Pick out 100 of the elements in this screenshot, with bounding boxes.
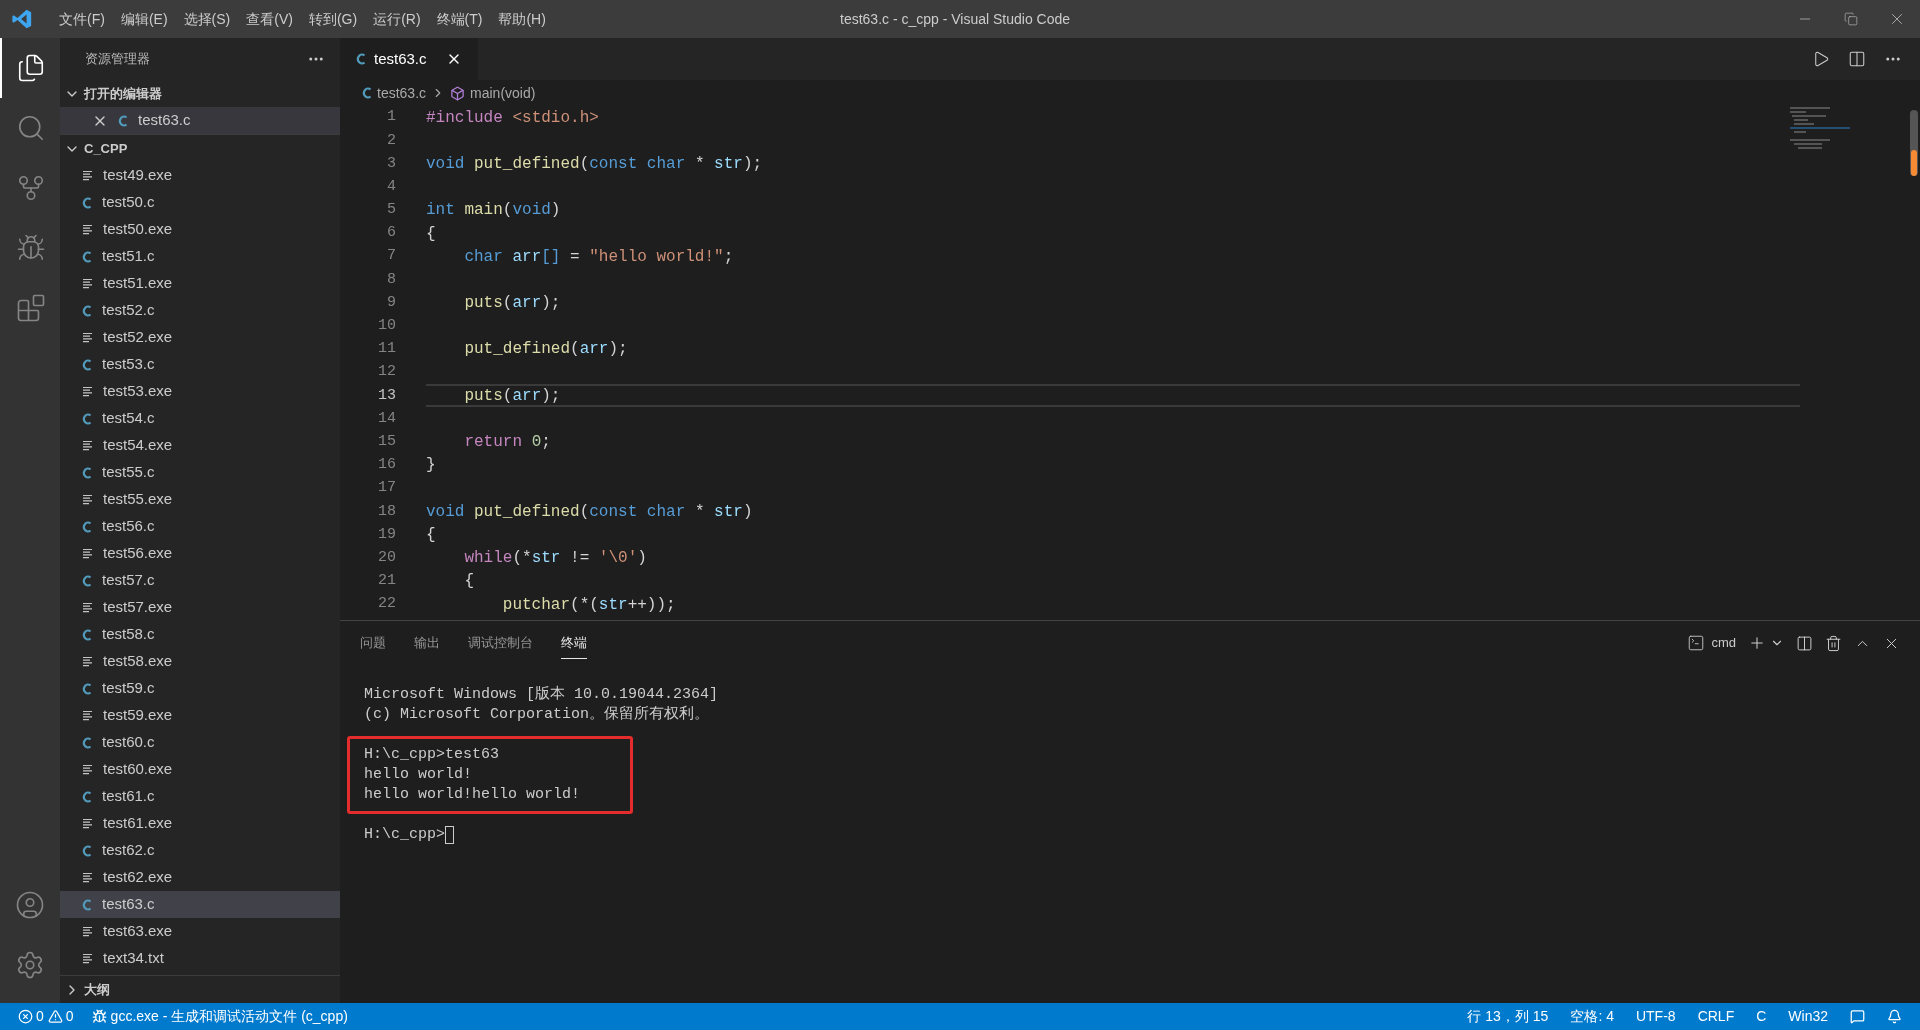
- trash-icon[interactable]: [1825, 634, 1842, 652]
- settings-icon[interactable]: [15, 950, 45, 980]
- task-status[interactable]: gcc.exe - 生成和调试活动文件 (c_cpp): [110, 1006, 348, 1027]
- file-item[interactable]: test50.exe: [60, 216, 340, 243]
- scrollbar[interactable]: [1910, 110, 1918, 176]
- menu-item[interactable]: 选择(S): [175, 8, 239, 30]
- file-item[interactable]: test55.exe: [60, 486, 340, 513]
- c-file-icon: [82, 196, 92, 209]
- file-item[interactable]: test57.exe: [60, 594, 340, 621]
- file-item[interactable]: test61.c: [60, 783, 340, 810]
- code-line: #include <stdio.h>: [426, 107, 599, 129]
- editor-tab[interactable]: test63.c: [340, 38, 478, 80]
- error-icon[interactable]: [18, 1009, 33, 1024]
- file-item[interactable]: test57.c: [60, 567, 340, 594]
- status-item[interactable]: 行 13，列 15: [1467, 1006, 1549, 1027]
- menu-item[interactable]: 运行(R): [365, 8, 429, 30]
- file-item[interactable]: test56.c: [60, 513, 340, 540]
- search-icon: [16, 113, 46, 143]
- line-number: 19: [377, 524, 396, 545]
- file-item[interactable]: test62.exe: [60, 864, 340, 891]
- menu-item[interactable]: 查看(V): [238, 8, 301, 30]
- file-item[interactable]: test62.c: [60, 837, 340, 864]
- file-item[interactable]: test51.c: [60, 243, 340, 270]
- file-item[interactable]: test51.exe: [60, 270, 340, 297]
- account-icon[interactable]: [15, 890, 45, 920]
- panel-tab[interactable]: 调试控制台: [468, 626, 533, 660]
- file-item[interactable]: test53.exe: [60, 378, 340, 405]
- section-header[interactable]: C_CPP: [60, 135, 340, 162]
- add-icon[interactable]: [1748, 634, 1766, 652]
- line-number: 3: [386, 153, 396, 174]
- status-item[interactable]: C: [1756, 1006, 1767, 1027]
- text-file-icon: [82, 440, 93, 451]
- file-item[interactable]: test63.exe: [60, 918, 340, 945]
- breadcrumb-item[interactable]: main(void): [470, 82, 536, 104]
- terminal-line: (c) Microsoft Corporation。保留所有权利。: [364, 705, 711, 725]
- terminal-line: hello world!hello world!: [364, 785, 581, 805]
- split-terminal-icon[interactable]: [1796, 634, 1813, 652]
- warning-count[interactable]: 0: [65, 1006, 74, 1027]
- panel-tab[interactable]: 问题: [360, 626, 386, 660]
- code-line: int main(void): [426, 200, 561, 222]
- warning-icon[interactable]: [47, 1009, 63, 1024]
- file-item[interactable]: test60.c: [60, 729, 340, 756]
- file-item[interactable]: test56.exe: [60, 540, 340, 567]
- menu-item[interactable]: 帮助(H): [490, 8, 554, 30]
- file-item[interactable]: test53.c: [60, 351, 340, 378]
- file-item[interactable]: test52.c: [60, 297, 340, 324]
- file-item[interactable]: test60.exe: [60, 756, 340, 783]
- text-file-icon: [82, 764, 93, 775]
- file-item[interactable]: text34.txt: [60, 945, 340, 972]
- file-item[interactable]: test49.exe: [60, 162, 340, 189]
- cursor: [445, 826, 454, 844]
- c-file-icon: [82, 628, 92, 641]
- text-file-icon: [82, 548, 93, 559]
- file-item[interactable]: test58.c: [60, 621, 340, 648]
- file-item[interactable]: test52.exe: [60, 324, 340, 351]
- panel-tab[interactable]: 终端: [561, 626, 587, 660]
- line-number: 11: [377, 339, 396, 360]
- file-item[interactable]: test54.c: [60, 405, 340, 432]
- panel-tab[interactable]: 输出: [414, 626, 440, 660]
- file-item[interactable]: test58.exe: [60, 648, 340, 675]
- status-item[interactable]: UTF-8: [1635, 1006, 1676, 1027]
- file-item[interactable]: test50.c: [60, 189, 340, 216]
- section-header[interactable]: 大纲: [60, 976, 340, 1003]
- run-icon[interactable]: [1812, 50, 1830, 68]
- bell-icon[interactable]: [1887, 1009, 1902, 1024]
- line-number: 17: [377, 478, 396, 499]
- status-item[interactable]: CRLF: [1697, 1006, 1735, 1027]
- file-item[interactable]: test59.exe: [60, 702, 340, 729]
- app-logo-icon: [11, 8, 33, 30]
- open-editor-item[interactable]: test63.c: [60, 107, 340, 134]
- menu-item[interactable]: 编辑(E): [112, 8, 176, 30]
- menu-item[interactable]: 转到(G): [300, 8, 366, 30]
- menu-item[interactable]: 文件(F): [51, 8, 113, 30]
- line-number: 4: [386, 176, 396, 197]
- breadcrumb-item[interactable]: test63.c: [377, 82, 427, 104]
- terminal-prompt: H:\c_cpp>: [364, 825, 445, 845]
- file-item[interactable]: test55.c: [60, 459, 340, 486]
- file-item[interactable]: test59.c: [60, 675, 340, 702]
- file-item[interactable]: test63.c: [60, 891, 340, 918]
- text-file-icon: [82, 494, 93, 505]
- error-count[interactable]: 0: [36, 1006, 44, 1027]
- feedback-icon[interactable]: [1850, 1009, 1865, 1024]
- terminal-line: H:\c_cpp>test63: [364, 745, 501, 765]
- shell-name[interactable]: cmd: [1711, 633, 1736, 653]
- restore-icon[interactable]: [1844, 12, 1858, 26]
- status-item[interactable]: 空格: 4: [1570, 1006, 1614, 1027]
- file-item[interactable]: test54.exe: [60, 432, 340, 459]
- menu-item[interactable]: 终端(T): [428, 8, 491, 30]
- section-header[interactable]: 打开的编辑器: [60, 80, 340, 107]
- text-file-icon: [82, 170, 93, 181]
- code-line: return 0;: [463, 432, 551, 454]
- terminal-line: hello world!: [364, 765, 474, 785]
- split-editor-icon[interactable]: [1848, 50, 1866, 68]
- line-number: 22: [377, 594, 396, 615]
- line-number: 7: [386, 246, 396, 267]
- c-file-icon: [82, 898, 92, 911]
- text-file-icon: [82, 818, 93, 829]
- file-item[interactable]: test61.exe: [60, 810, 340, 837]
- status-item[interactable]: Win32: [1788, 1006, 1828, 1027]
- blocks-icon: [16, 293, 46, 323]
